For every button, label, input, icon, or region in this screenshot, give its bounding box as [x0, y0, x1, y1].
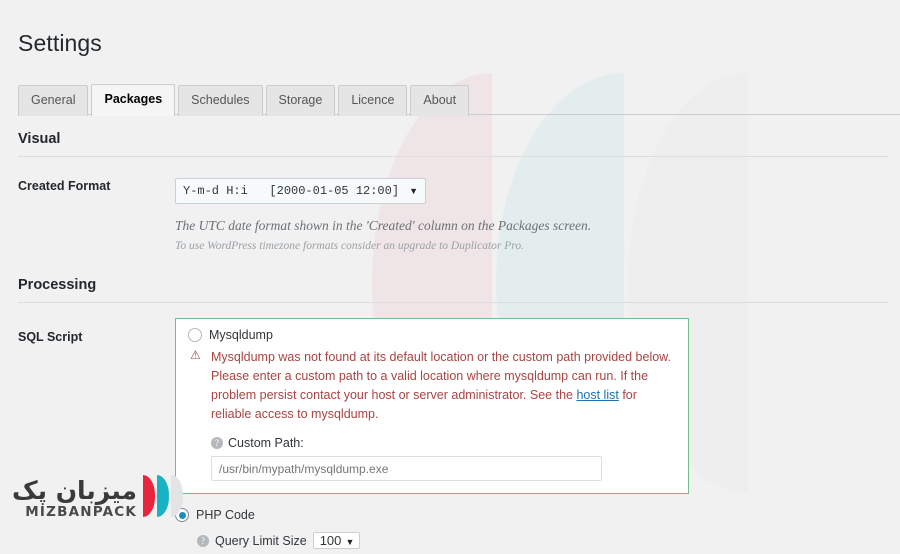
logo-persian-text: میزبان پک: [12, 475, 138, 505]
mizbanpack-logo: میزبان پک MIZBANPACK: [12, 475, 184, 520]
help-icon[interactable]: ?: [211, 437, 223, 450]
logo-text: میزبان پک MIZBANPACK: [12, 475, 138, 520]
page-title: Settings: [18, 30, 102, 57]
tab-schedules[interactable]: Schedules: [178, 85, 263, 116]
tab-bar: General Packages Schedules Storage Licen…: [0, 83, 900, 116]
custom-path-label-row: ? Custom Path:: [211, 436, 676, 450]
logo-bar-gray: [171, 475, 184, 518]
mysqldump-radio-label[interactable]: Mysqldump: [209, 328, 273, 342]
custom-path-group: ? Custom Path:: [188, 423, 676, 482]
row-created-format: Created Format Y-m-d H:i [2000-01-05 12:…: [0, 157, 900, 255]
mysqldump-radio-row[interactable]: Mysqldump: [188, 328, 676, 343]
query-limit-select[interactable]: 100: [312, 532, 361, 550]
logo-bars: [143, 475, 184, 518]
query-limit-label: Query Limit Size: [215, 534, 307, 549]
logo-bar-red: [143, 475, 156, 518]
help-icon[interactable]: ?: [197, 535, 209, 548]
mysqldump-radio[interactable]: [188, 328, 202, 343]
php-code-group: PHP Code ? Query Limit Size 100 ▼: [175, 494, 900, 552]
php-code-radio-row[interactable]: PHP Code: [175, 508, 900, 523]
php-code-radio-label[interactable]: PHP Code: [196, 508, 255, 522]
mysqldump-warning-box: Mysqldump ⚠ Mysqldump was not found at it…: [175, 318, 689, 495]
host-list-link[interactable]: host list: [576, 388, 618, 402]
warning-icon: ⚠: [190, 348, 201, 363]
created-format-select[interactable]: Y-m-d H:i [2000-01-05 12:00]: [175, 177, 426, 204]
tab-storage[interactable]: Storage: [265, 85, 336, 116]
custom-path-input[interactable]: [211, 456, 602, 482]
custom-path-label: Custom Path:: [228, 436, 304, 451]
logo-latin-text: MIZBANPACK: [25, 503, 138, 520]
mysqldump-error-message: ⚠ Mysqldump was not found at its default …: [188, 342, 676, 423]
sql-script-label: SQL Script: [18, 330, 83, 345]
tab-packages[interactable]: Packages: [91, 84, 176, 116]
section-heading-processing: Processing: [18, 277, 97, 294]
settings-page: Settings General Packages Schedules Stor…: [0, 15, 900, 550]
created-format-label: Created Format: [18, 178, 111, 193]
section-heading-visual: Visual: [18, 130, 61, 147]
created-format-subnote: To use WordPress timezone formats consid…: [175, 239, 524, 252]
tab-general[interactable]: General: [18, 85, 89, 116]
tab-licence[interactable]: Licence: [338, 85, 408, 116]
tab-about[interactable]: About: [410, 85, 470, 116]
logo-bar-teal: [157, 475, 170, 518]
created-format-description: The UTC date format shown in the 'Create…: [175, 217, 592, 233]
created-format-select-wrap: Y-m-d H:i [2000-01-05 12:00] ▼: [175, 177, 426, 204]
query-limit-row: ? Query Limit Size 100 ▼: [175, 522, 900, 552]
query-limit-select-wrap: 100 ▼: [312, 530, 361, 552]
